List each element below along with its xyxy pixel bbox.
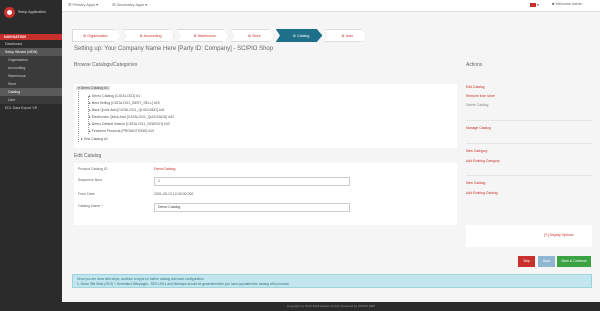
tree-node-demo-catalog[interactable]: ▾ Demo Catalog #1 xyxy=(76,86,110,90)
new-category-link[interactable]: New Category xyxy=(466,149,487,153)
wizard-steps: ⚙ Organization ⚙ Accounting ⚙ Warehouse … xyxy=(72,29,368,42)
step-user[interactable]: ⚙ User xyxy=(324,29,367,42)
browse-heading: Browse Catalogs/Categories xyxy=(74,62,138,68)
page-title: Setting up: Your Company Name Here [Part… xyxy=(74,46,274,52)
sequence-num-field[interactable]: 1 xyxy=(154,177,350,186)
save-continue-button[interactable]: Save & Continue xyxy=(557,256,591,267)
edit-catalog-link[interactable]: Edit Catalog xyxy=(466,85,484,89)
primary-apps-menu[interactable]: ☰ Primary Apps ▾ xyxy=(68,2,98,7)
sidebar-item-dashboard[interactable]: Dashboard xyxy=(0,40,62,48)
footer: Copyright (c) 2014-2018 Ilscipio GmbH | … xyxy=(62,302,600,311)
divider xyxy=(466,120,592,121)
brand[interactable]: Setup Application xyxy=(0,0,62,24)
info-line-1: Once you are done with steps, continue t… xyxy=(77,277,205,281)
user-menu[interactable]: ■ Welcome admin xyxy=(552,2,583,6)
language-selector[interactable]: ▾ xyxy=(530,2,539,7)
from-date-value: 2001-05-13 12:00:00.000 xyxy=(154,192,194,196)
secondary-apps-label: Secondary Apps xyxy=(116,3,145,7)
display-options-toggle[interactable]: [✎] Display Options xyxy=(544,233,573,237)
info-alert: Once you are done with steps, continue t… xyxy=(72,274,592,288)
edit-catalog-form: Product Catalog ID DemoCatalog Sequence … xyxy=(74,163,457,225)
tree-node[interactable]: ▸ Demo Default Search [CATALOG1_SEARCH] … xyxy=(89,122,170,126)
step-store[interactable]: ⚙ Store xyxy=(230,29,274,42)
sidebar-item-edi-data-export[interactable]: EDI: Data Export VR xyxy=(0,104,62,112)
sequence-num-label: Sequence Num xyxy=(78,178,103,182)
add-existing-catalog-link[interactable]: Add Existing Catalog xyxy=(466,191,497,195)
tree-node[interactable]: ▸ Best Selling [CATALOG1_BEST_SELL] #20 xyxy=(89,101,160,105)
divider xyxy=(466,175,592,176)
actions-heading: Actions xyxy=(466,62,483,68)
info-line-2: 1. Some Site Wide (SEO) + Generated Webp… xyxy=(77,282,289,286)
catalog-tree: ▾ Demo Catalog #1 ▸ Demo Catalog [CATALO… xyxy=(74,84,457,148)
tree-node[interactable]: ▸ Electronics Quick Add [CATALOG1_QUICKA… xyxy=(89,115,174,119)
sidebar-item-store[interactable]: Store xyxy=(0,80,62,88)
add-existing-category-link[interactable]: Add Existing Category xyxy=(466,159,500,163)
step-warehouse[interactable]: ⚙ Warehouse xyxy=(176,29,229,42)
sidebar: Setup Application NAVIGATION Dashboard S… xyxy=(0,0,62,311)
logo-icon xyxy=(4,6,15,18)
display-options-panel: [✎] Display Options xyxy=(466,225,592,247)
tree-node[interactable]: ▸ Demo Catalog [CATALOG1] #1 xyxy=(89,94,140,98)
step-catalog[interactable]: ⚙ Catalog xyxy=(275,29,323,42)
sidebar-item-setup-wizard[interactable]: Setup Wizard (NEW) xyxy=(0,48,62,56)
catalog-name-label: Catalog Name * xyxy=(78,204,103,208)
manage-catalog-link[interactable]: Manage Catalog xyxy=(466,126,491,130)
new-catalog-link[interactable]: New Catalog xyxy=(466,181,485,185)
save-button[interactable]: Save xyxy=(538,256,555,267)
sidebar-item-user[interactable]: User xyxy=(0,96,62,104)
welcome-label: Welcome admin xyxy=(555,2,583,6)
divider xyxy=(466,143,592,144)
remove-from-store-link[interactable]: Remove from store xyxy=(466,94,495,98)
secondary-apps-menu[interactable]: ☰ Secondary Apps ▾ xyxy=(112,2,147,7)
primary-apps-label: Primary Apps xyxy=(72,3,96,7)
product-catalog-id-label: Product Catalog ID xyxy=(78,167,108,171)
step-accounting[interactable]: ⚙ Accounting xyxy=(122,29,175,42)
tree-node-test-catalog[interactable]: ▸ Test Catalog #1 xyxy=(81,137,108,141)
step-organization[interactable]: ⚙ Organization xyxy=(72,29,121,42)
top-bar: ☰ Primary Apps ▾ ☰ Secondary Apps ▾ ▾ ■ … xyxy=(0,0,600,12)
sidebar-item-organization[interactable]: Organization xyxy=(0,56,62,64)
tree-node[interactable]: ▸ Featured Products [PROMOTIONS] #10 xyxy=(89,129,154,133)
skip-button[interactable]: Skip xyxy=(518,256,535,267)
tree-node[interactable]: ▸ Back Quick Add [CATALOG1_QUICKADD] #41 xyxy=(89,108,165,112)
edit-heading: Edit Catalog xyxy=(74,153,102,159)
main-content: ⚙ Organization ⚙ Accounting ⚙ Warehouse … xyxy=(62,12,600,302)
product-catalog-id-value: DemoCatalog xyxy=(154,167,176,171)
brand-name: Setup Application xyxy=(18,10,46,14)
delete-catalog-link[interactable]: Delete Catalog xyxy=(466,103,488,107)
from-date-label: From Date xyxy=(78,192,95,196)
flag-icon xyxy=(530,3,536,7)
tree-line xyxy=(78,88,79,142)
sidebar-item-accounting[interactable]: Accounting xyxy=(0,64,62,72)
sidebar-item-catalog[interactable]: Catalog xyxy=(0,88,62,96)
sidebar-item-warehouse[interactable]: Warehouse xyxy=(0,72,62,80)
catalog-name-field[interactable]: Demo Catalog xyxy=(154,203,350,212)
